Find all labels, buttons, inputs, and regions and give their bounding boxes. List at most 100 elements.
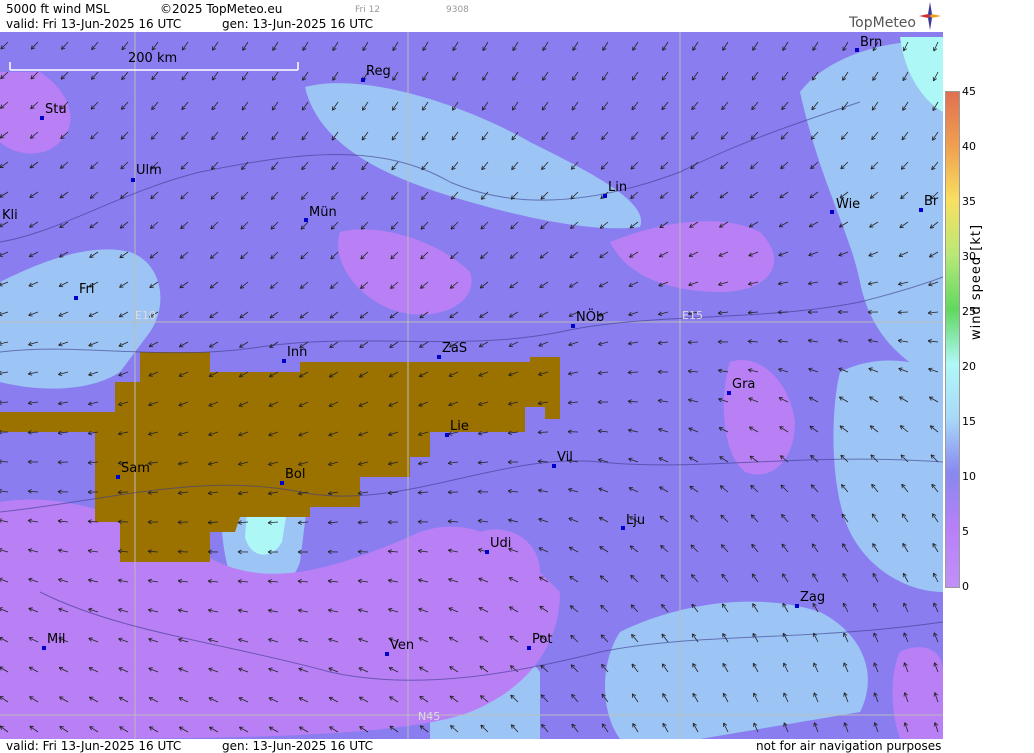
grid-label-e15: E15 [682,309,703,322]
city-label: Wie [836,197,861,212]
wind-arrow-head [751,573,754,578]
wind-arrow-head [813,722,815,727]
grid-label-n45: N45 [418,710,441,723]
city-marker [131,178,135,182]
city-label: Ulm [136,163,162,178]
wind-speed-legend: wind speed [kt] [943,0,1034,753]
wind-arrow-head [719,197,725,199]
wind-arrow-head [749,197,754,199]
legend-tick: 25 [962,305,976,318]
city-marker [571,324,575,328]
city-marker [855,48,859,52]
city-marker [795,604,799,608]
city-label: Lju [626,513,646,528]
legend-tick: 35 [962,195,976,208]
wind-arrow-head [838,255,843,257]
wind-arrow-head [298,667,303,669]
code-label: 9308 [446,5,469,15]
wind-arrow-head [179,287,184,289]
city-marker [445,433,449,437]
gen-time-top: gen: 13-Jun-2025 16 UTC [222,17,374,31]
wind-arrow-head [178,667,183,669]
wind-arrow-head [569,257,574,259]
wind-arrow-head [933,662,935,667]
city-marker [282,359,286,363]
grid-label-e10: E10 [135,309,156,322]
city-label: Inn [287,345,308,360]
legend-tick: 45 [962,85,976,98]
product-title: 5000 ft wind MSL [6,2,110,16]
legend-colorbar [945,91,960,588]
wind-arrow-head [873,692,875,697]
city-marker [116,475,120,479]
wind-arrow-head [601,693,603,699]
valid-time-bottom: valid: Fri 13-Jun-2025 16 UTC [6,739,182,753]
legend-tick: 0 [962,580,969,593]
city-label: Br [924,194,939,209]
wind-arrow-head [119,256,124,259]
wind-arrow-head [28,607,33,609]
wind-arrow-head [873,662,875,667]
city-label: ZaS [442,341,468,356]
wind-map: 200 km E10 E15 N45 Brn Reg Stu Ulm Lin M… [0,32,943,739]
wind-arrow-icon [687,341,699,343]
scale-label: 200 km [128,51,178,66]
city-marker [40,116,44,120]
wind-arrow-head [0,285,3,287]
wind-arrow-head [778,255,783,257]
wind-arrow-head [298,435,303,437]
city-label: Lin [608,180,628,195]
city-marker [527,646,531,650]
city-marker [280,481,284,485]
wind-arrow-head [779,197,784,199]
city-marker [485,550,489,554]
legend-tick: 30 [962,250,976,263]
city-label: Gra [732,377,756,392]
wind-arrow-head [598,487,603,489]
logo-text: TopMeteo [849,15,916,31]
terrain-spot [545,407,560,419]
legend-tick: 40 [962,140,976,153]
wind-arrow-head [118,375,123,377]
city-marker [361,78,365,82]
wind-arrow-icon [177,551,189,553]
city-label: Sam [121,461,150,476]
city-marker [830,210,834,214]
city-marker [727,391,731,395]
city-label: Reg [366,64,391,79]
city-label: Vil [557,450,573,465]
valid-time-top: valid: Fri 13-Jun-2025 16 UTC [6,17,182,31]
compass-star-icon [919,2,941,30]
wind-arrow-head [88,637,93,639]
wind-arrow-head [178,405,183,407]
city-marker [42,646,46,650]
wind-arrow-head [419,317,424,319]
city-label: Zag [800,590,826,605]
wind-arrow-icon [897,311,909,313]
city-label: Mil [47,632,66,647]
wind-arrow-head [843,692,845,697]
city-label: NÖb [576,310,605,325]
wind-arrow-head [871,513,874,518]
city-marker [919,208,923,212]
city-marker [385,652,389,656]
city-label: Fri [79,282,95,297]
wind-arrow-head [239,317,244,319]
wind-arrow-icon [117,491,129,493]
city-label: Mün [309,205,337,220]
wind-arrow-head [89,227,94,229]
city-label: Pot [532,632,553,647]
copyright: ©2025 TopMeteo.eu [160,2,283,16]
legend-tick: 5 [962,525,969,538]
city-marker [74,296,78,300]
legend-tick: 15 [962,415,976,428]
gen-time-bottom: gen: 13-Jun-2025 16 UTC [222,739,374,753]
legend-tick: 20 [962,360,976,373]
wind-arrow-head [898,367,903,369]
city-label: Ven [390,638,415,653]
frame-label: Fri 12 [355,5,381,15]
legend-title: wind speed [kt] [969,223,984,340]
city-marker [552,464,556,468]
wind-arrow-head [509,286,514,289]
map-canvas [0,32,943,739]
